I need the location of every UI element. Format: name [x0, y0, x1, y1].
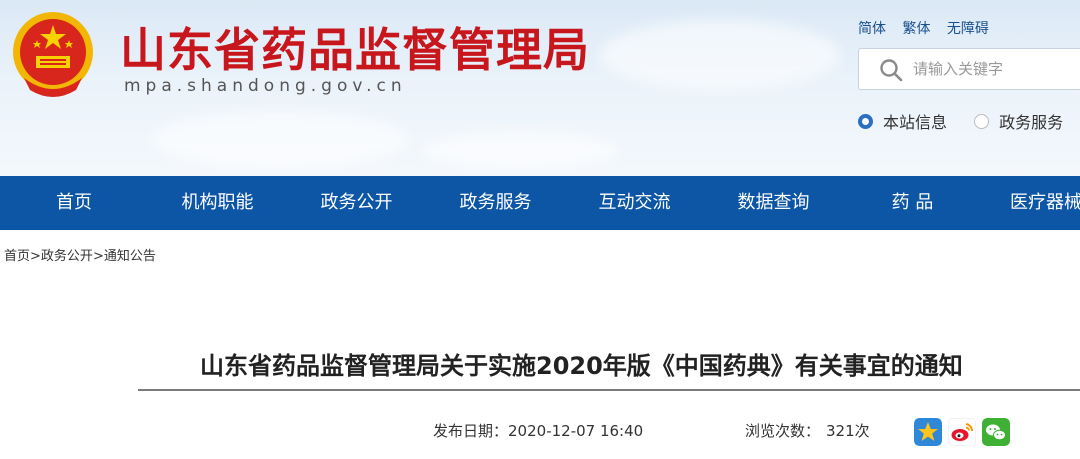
- search-input[interactable]: [913, 49, 1080, 89]
- nav-item-data-query[interactable]: 数据查询: [704, 176, 843, 230]
- article-title: 山东省药品监督管理局关于实施2020年版《中国药典》有关事宜的通知: [200, 352, 963, 380]
- scope-radio-services[interactable]: 政务服务: [974, 109, 1063, 133]
- main-nav: 首页 机构职能 政务公开 政务服务 互动交流 数据查询 药 品 医疗器械: [0, 176, 1080, 230]
- publish-date: 发布日期：2020-12-07 16:40: [433, 420, 643, 441]
- breadcrumb-gov-affairs[interactable]: 政务公开: [41, 249, 93, 264]
- qzone-star-icon[interactable]: [914, 418, 942, 446]
- background-cloud: [150, 110, 410, 170]
- nav-item-drugs[interactable]: 药 品: [843, 176, 982, 230]
- nav-item-organization[interactable]: 机构职能: [148, 176, 287, 230]
- wechat-icon[interactable]: [982, 418, 1010, 446]
- scope-radio-site[interactable]: 本站信息: [858, 109, 947, 133]
- breadcrumb-home[interactable]: 首页: [4, 249, 30, 264]
- search-box: [858, 48, 1080, 90]
- scope-label-site: 本站信息: [883, 113, 948, 132]
- search-scope: 本站信息 政务服务: [858, 109, 1080, 133]
- national-emblem-icon[interactable]: [10, 8, 96, 100]
- lang-link-accessibility[interactable]: 无障碍: [947, 21, 989, 37]
- breadcrumb: 首页>政务公开>通知公告: [4, 245, 156, 264]
- nav-item-gov-services[interactable]: 政务服务: [426, 176, 565, 230]
- language-links: 简体 繁体 无障碍: [858, 18, 1001, 38]
- site-header: 山东省药品监督管理局 mpa.shandong.gov.cn 简体 繁体 无障碍…: [0, 0, 1080, 176]
- breadcrumb-separator: >: [30, 249, 41, 264]
- weibo-icon[interactable]: [948, 418, 976, 446]
- view-count-label: 浏览次数：: [745, 422, 821, 440]
- view-count: 浏览次数： 321次: [745, 420, 870, 441]
- nav-item-gov-affairs[interactable]: 政务公开: [287, 176, 426, 230]
- view-count-value: 321次: [826, 422, 870, 440]
- title-divider: [138, 389, 1080, 391]
- site-title[interactable]: 山东省药品监督管理局: [120, 14, 590, 80]
- breadcrumb-notices[interactable]: 通知公告: [104, 249, 156, 264]
- breadcrumb-separator: >: [92, 249, 104, 264]
- radio-unchecked-icon[interactable]: [974, 113, 990, 129]
- site-domain: mpa.shandong.gov.cn: [124, 76, 407, 96]
- background-cloud: [420, 130, 620, 170]
- search-icon[interactable]: [879, 58, 903, 82]
- share-bar: [914, 418, 1010, 446]
- nav-item-interaction[interactable]: 互动交流: [565, 176, 704, 230]
- nav-item-home[interactable]: 首页: [0, 176, 148, 230]
- publish-date-label: 发布日期：: [433, 422, 509, 440]
- nav-item-medical-devices[interactable]: 医疗器械: [982, 176, 1080, 230]
- publish-date-value: 2020-12-07 16:40: [508, 422, 644, 440]
- radio-checked-icon[interactable]: [858, 113, 873, 129]
- background-cloud: [600, 20, 840, 90]
- lang-link-traditional[interactable]: 繁体: [902, 21, 930, 37]
- lang-link-simplified[interactable]: 简体: [858, 21, 886, 37]
- scope-label-services: 政务服务: [999, 113, 1064, 132]
